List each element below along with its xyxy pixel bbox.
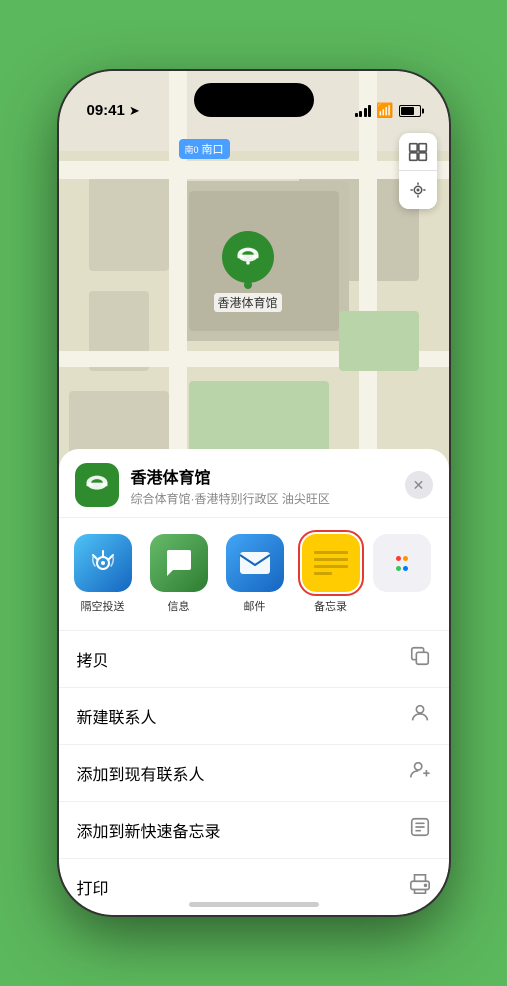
battery-icon bbox=[399, 105, 421, 117]
action-quick-memo-label: 添加到新快速备忘录 bbox=[77, 818, 221, 842]
status-icons: 📶 bbox=[355, 102, 421, 119]
person-icon bbox=[409, 702, 431, 730]
printer-icon bbox=[409, 873, 431, 901]
action-copy-label: 拷贝 bbox=[77, 647, 109, 671]
share-more-button[interactable] bbox=[373, 534, 431, 614]
share-item-mail[interactable]: 邮件 bbox=[221, 534, 289, 614]
person-add-icon bbox=[409, 759, 431, 787]
map-label-text: 南口 bbox=[202, 141, 224, 157]
action-add-existing-label: 添加到现有联系人 bbox=[77, 761, 205, 785]
venue-name: 香港体育馆 bbox=[131, 464, 405, 488]
message-icon bbox=[150, 534, 208, 592]
phone-screen: 09:41 ➤ 📶 bbox=[59, 71, 449, 915]
pin-circle bbox=[222, 231, 274, 283]
action-add-existing[interactable]: 添加到现有联系人 bbox=[59, 745, 449, 802]
map-label: 南0 南口 bbox=[179, 139, 230, 159]
notes-lines bbox=[314, 551, 348, 575]
action-new-contact-label: 新建联系人 bbox=[77, 704, 157, 728]
mail-label: 邮件 bbox=[244, 598, 266, 614]
action-new-contact[interactable]: 新建联系人 bbox=[59, 688, 449, 745]
location-icon: ➤ bbox=[129, 103, 140, 119]
venue-info: 香港体育馆 综合体育馆·香港特别行政区 油尖旺区 bbox=[131, 464, 405, 507]
action-copy[interactable]: 拷贝 bbox=[59, 631, 449, 688]
mail-icon bbox=[226, 534, 284, 592]
share-item-airdrop[interactable]: 隔空投送 bbox=[69, 534, 137, 614]
notes-icon bbox=[302, 534, 360, 592]
action-list: 拷贝 新建联系人 bbox=[59, 631, 449, 915]
map-controls[interactable] bbox=[399, 133, 437, 209]
close-button[interactable]: ✕ bbox=[405, 471, 433, 499]
signal-bars-icon bbox=[355, 105, 372, 117]
venue-icon bbox=[75, 463, 119, 507]
phone-frame: 09:41 ➤ 📶 bbox=[59, 71, 449, 915]
wifi-icon: 📶 bbox=[376, 102, 393, 119]
bottom-sheet: 香港体育馆 综合体育馆·香港特别行政区 油尖旺区 ✕ bbox=[59, 449, 449, 915]
pin-label: 香港体育馆 bbox=[214, 293, 282, 312]
copy-icon bbox=[409, 645, 431, 673]
memo-icon bbox=[409, 816, 431, 844]
dynamic-island bbox=[194, 83, 314, 117]
more-dots-icon bbox=[373, 534, 431, 592]
share-item-notes[interactable]: 备忘录 bbox=[297, 534, 365, 614]
sheet-header: 香港体育馆 综合体育馆·香港特别行政区 油尖旺区 ✕ bbox=[59, 449, 449, 518]
stadium-pin[interactable]: 香港体育馆 bbox=[214, 231, 282, 312]
share-row: 隔空投送 信息 bbox=[59, 518, 449, 631]
map-area[interactable]: 南0 南口 bbox=[59, 71, 449, 491]
share-item-message[interactable]: 信息 bbox=[145, 534, 213, 614]
message-label: 信息 bbox=[168, 598, 190, 614]
status-time: 09:41 bbox=[87, 102, 125, 119]
action-print-label: 打印 bbox=[77, 875, 109, 899]
venue-description: 综合体育馆·香港特别行政区 油尖旺区 bbox=[131, 490, 405, 507]
location-button[interactable] bbox=[399, 171, 437, 209]
airdrop-icon bbox=[74, 534, 132, 592]
home-indicator bbox=[189, 902, 319, 907]
airdrop-label: 隔空投送 bbox=[81, 598, 125, 614]
action-quick-memo[interactable]: 添加到新快速备忘录 bbox=[59, 802, 449, 859]
notes-label: 备忘录 bbox=[314, 598, 347, 614]
map-type-button[interactable] bbox=[399, 133, 437, 171]
